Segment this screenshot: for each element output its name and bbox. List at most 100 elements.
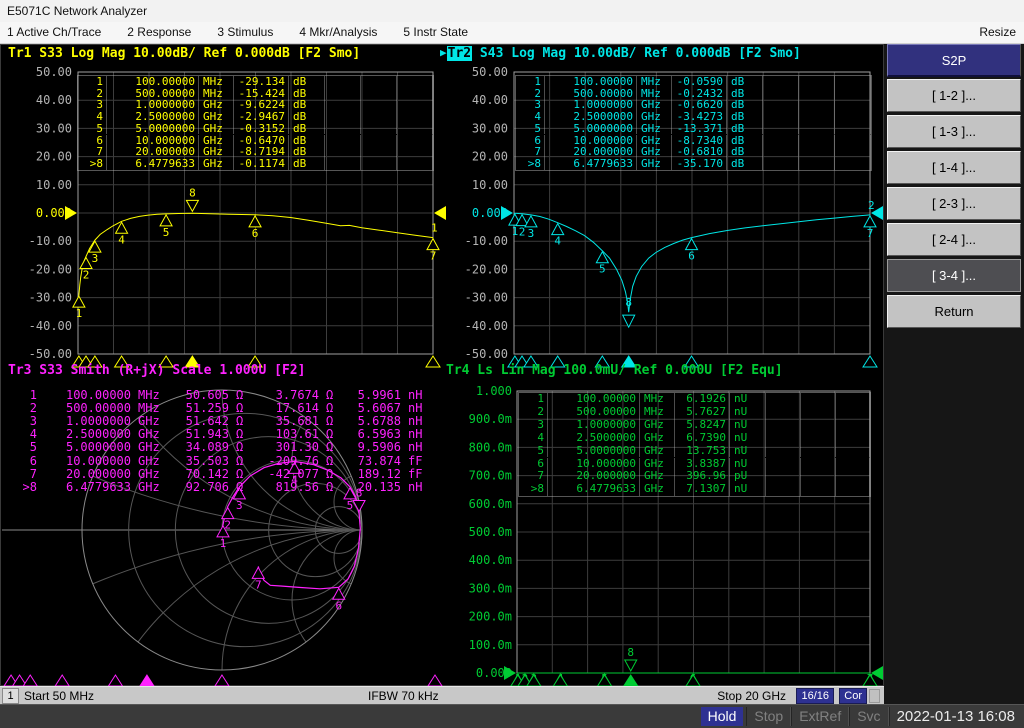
trace-id-label: Tr4: [446, 363, 470, 378]
marker-table-row: 6 10.000000 GHz 35.503 Ω -209.76 Ω 73.874 fF: [10, 453, 432, 468]
marker-cell: 5.0000000: [548, 444, 640, 458]
marker-cell: 2.5000000: [548, 431, 640, 445]
marker-cell: [361, 134, 397, 147]
marker-cell: 100.00000: [545, 76, 637, 88]
marker-table-row: 1 100.00000 MHz -29.134 dB: [78, 76, 433, 88]
softkey-1-3[interactable]: [ 1-3 ]...: [887, 115, 1021, 148]
marker-cell: [801, 418, 836, 432]
marker-cell: 35.503: [185, 453, 229, 468]
marker-cell: [325, 111, 361, 123]
stop-frequency-label: Stop 20 GHz: [717, 689, 786, 703]
marker-cell: [799, 87, 835, 100]
marker-cell: fF: [408, 466, 423, 481]
window-title: E5071C Network Analyzer: [7, 4, 148, 18]
marker-cell: MHz: [637, 76, 672, 88]
trace-header-tr4[interactable]: Tr4 Ls Lin Mag 100.0mU/ Ref 0.000U [F2 E…: [446, 363, 783, 378]
trace-format-label: S33 Smith (R+jX) Scale 1.000U [F2]: [31, 363, 306, 378]
marker-cell: 9.5906: [357, 440, 401, 455]
trace-format-label: Ls Lin Mag 100.0mU/ Ref 0.000U [F2 Equ]: [469, 363, 783, 378]
marker-table-row: >8 6.4779633 GHz -35.170 dB: [516, 158, 871, 170]
marker-cell: 5: [516, 123, 545, 135]
softkey-2-4[interactable]: [ 2-4 ]...: [887, 223, 1021, 256]
status-bar: 1 Start 50 MHz IFBW 70 kHz Stop 20 GHz 1…: [0, 686, 884, 704]
softkey-3-4[interactable]: [ 3-4 ]...: [887, 259, 1021, 292]
marker-cell: [836, 431, 870, 445]
marker-cell: [836, 457, 870, 471]
marker-cell: [799, 134, 835, 147]
marker-cell: [763, 87, 799, 100]
marker-cell: [325, 87, 361, 100]
marker-cell: 6.4779633: [107, 158, 199, 170]
marker-cell: [361, 157, 397, 170]
marker-cell: [836, 418, 870, 432]
marker-cell: dB: [289, 76, 325, 88]
marker-cell: GHz: [640, 482, 675, 497]
marker-cell: [801, 405, 836, 419]
marker-cell: [799, 146, 835, 158]
trace-header-tr1[interactable]: Tr1 S33 Log Mag 10.00dB/ Ref 0.000dB [F2…: [8, 46, 360, 61]
menu-item-1[interactable]: 1 Active Ch/Trace: [7, 22, 101, 44]
marker-cell: Ω: [236, 479, 244, 494]
softkey-1-2[interactable]: [ 1-2 ]...: [887, 79, 1021, 112]
menu-bar: 1 Active Ch/Trace 2 Response 3 Stimulus 4 M…: [0, 22, 1024, 44]
marker-cell: 6.4779633: [548, 482, 640, 497]
marker-cell: 7.1307: [675, 482, 730, 497]
marker-table-tr1: 1 100.00000 MHz -29.134 dB 2 500.00000 MHz -15.4…: [77, 75, 434, 171]
marker-cell: nH: [408, 440, 423, 455]
softkey-1-4[interactable]: [ 1-4 ]...: [887, 151, 1021, 184]
stop-status: Stop: [746, 707, 792, 726]
marker-cell: GHz: [138, 440, 160, 455]
marker-cell: [397, 122, 433, 135]
marker-cell: [763, 157, 799, 170]
marker-cell: [325, 146, 361, 158]
marker-cell: GHz: [637, 123, 672, 135]
menu-item-4[interactable]: 4 Mkr/Analysis: [299, 22, 377, 44]
trace-header-tr2[interactable]: ▶Tr2 S43 Log Mag 10.00dB/ Ref 0.000dB [F…: [440, 46, 801, 61]
trace-id-label: Tr3: [8, 363, 32, 378]
marker-cell: [361, 76, 397, 88]
marker-cell: >8: [516, 158, 545, 170]
marker-cell: dB: [289, 158, 325, 170]
marker-cell: dB: [289, 123, 325, 135]
marker-cell: [325, 76, 361, 88]
marker-cell: 70.142: [185, 466, 229, 481]
marker-cell: [397, 146, 433, 158]
marker-cell: nU: [730, 444, 766, 458]
marker-cell: >8: [22, 479, 37, 494]
marker-cell: dB: [727, 158, 763, 170]
marker-cell: [766, 431, 801, 445]
marker-table-row: 2 500.00000 MHz 5.7627 nU: [519, 405, 870, 419]
menu-item-3[interactable]: 3 Stimulus: [217, 22, 273, 44]
marker-cell: 1: [519, 392, 548, 406]
marker-cell: [799, 122, 835, 135]
marker-cell: GHz: [138, 479, 160, 494]
softkey-return[interactable]: Return: [887, 295, 1021, 328]
marker-cell: [763, 111, 799, 123]
softkey-menu-title: S2P: [887, 44, 1021, 77]
marker-cell: [397, 157, 433, 170]
marker-cell: 20.135: [357, 479, 401, 494]
marker-table-row: 5 5.0000000 GHz 13.753 nU: [519, 444, 870, 458]
resize-button[interactable]: Resize: [979, 22, 1016, 43]
marker-cell: GHz: [138, 453, 160, 468]
marker-cell: 20.000000: [65, 466, 131, 481]
marker-table-row: 5 5.0000000 GHz -0.3152 dB: [78, 123, 433, 135]
menu-item-2[interactable]: 2 Response: [127, 22, 191, 44]
menu-item-5[interactable]: 5 Instr State: [403, 22, 468, 44]
marker-cell: dB: [727, 76, 763, 88]
marker-cell: Ω: [326, 466, 334, 481]
trace-format-label: S33 Log Mag 10.00dB/ Ref 0.000dB [F2 Smo…: [31, 46, 361, 61]
marker-cell: GHz: [199, 123, 234, 135]
softkey-2-3[interactable]: [ 2-3 ]...: [887, 187, 1021, 220]
marker-cell: -209.76: [268, 453, 319, 468]
marker-cell: [766, 444, 801, 458]
marker-cell: [835, 76, 871, 88]
marker-cell: GHz: [199, 158, 234, 170]
marker-cell: [766, 418, 801, 432]
marker-table-row: >8 6.4779633 GHz 92.706 Ω 819.56 Ω 20.135 nH: [10, 479, 432, 494]
marker-cell: 6.1926: [675, 392, 730, 406]
marker-cell: 3: [519, 418, 548, 432]
marker-cell: [361, 111, 397, 123]
trace-header-tr3[interactable]: Tr3 S33 Smith (R+jX) Scale 1.000U [F2]: [8, 363, 305, 378]
marker-cell: nU: [730, 418, 766, 432]
